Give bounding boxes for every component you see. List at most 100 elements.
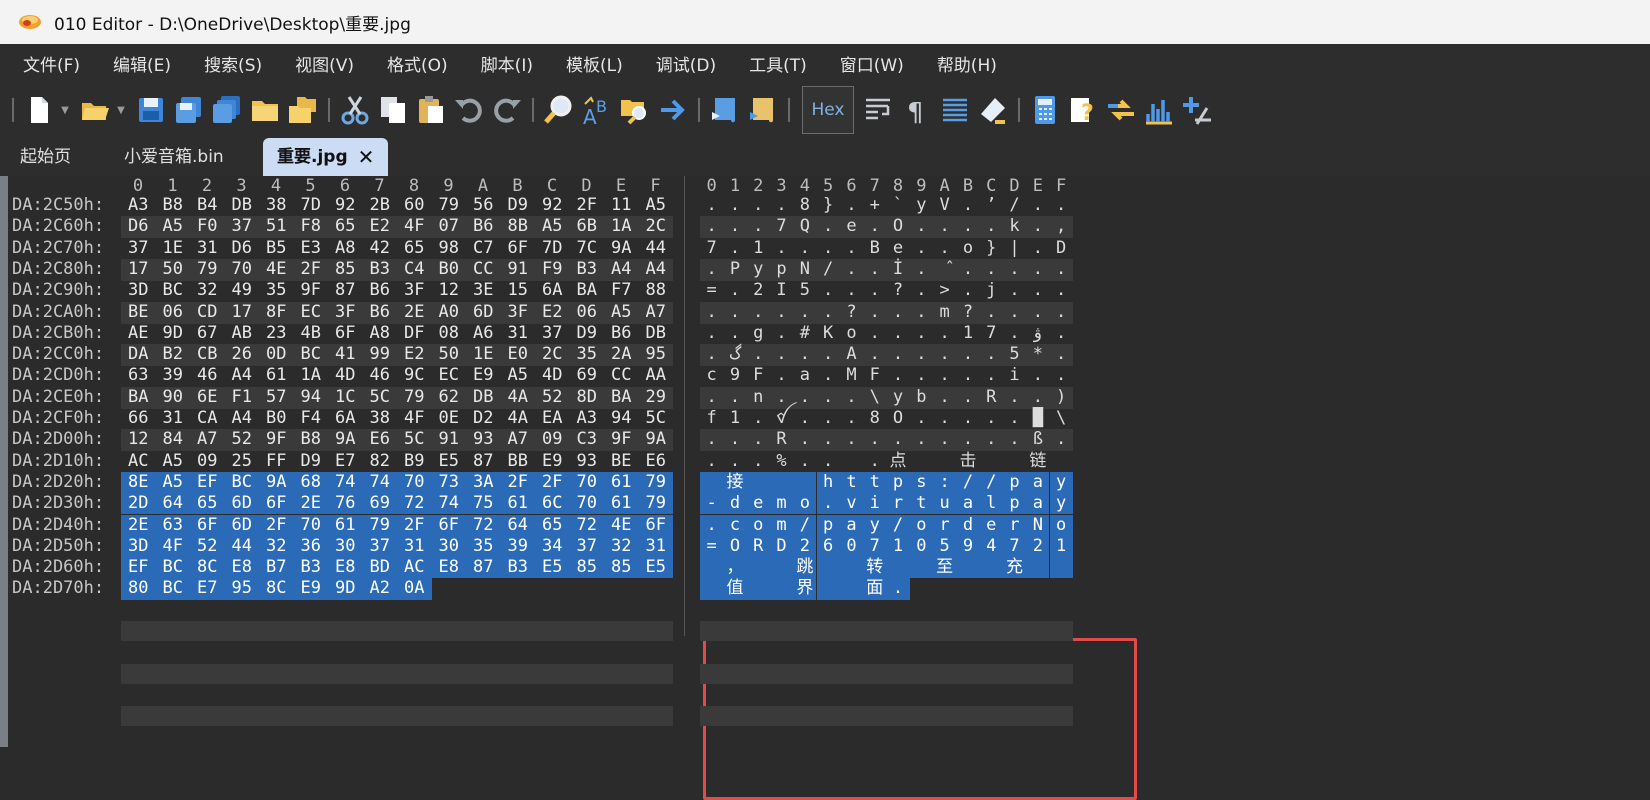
text-char[interactable]: + xyxy=(863,195,886,216)
hex-byte[interactable]: 6C xyxy=(535,493,570,515)
text-char[interactable]: . xyxy=(910,408,933,429)
hex-byte[interactable]: 87 xyxy=(466,557,501,579)
text-char[interactable]: . xyxy=(747,429,770,450)
text-char[interactable]: . xyxy=(817,302,840,323)
text-char[interactable]: . xyxy=(747,408,770,429)
text-char[interactable]: F xyxy=(747,365,770,386)
hex-byte[interactable]: EC xyxy=(432,365,467,386)
hex-byte[interactable]: 2D xyxy=(121,493,156,515)
text-char[interactable]: / xyxy=(1003,195,1026,216)
text-char[interactable]: . xyxy=(723,302,746,323)
text-char[interactable]: = xyxy=(700,280,723,301)
text-char[interactable]: j xyxy=(980,280,1003,301)
text-char[interactable]: . xyxy=(910,302,933,323)
hex-byte[interactable]: A7 xyxy=(190,429,225,450)
hex-byte[interactable]: 79 xyxy=(638,471,673,494)
text-char[interactable]: . xyxy=(863,259,886,280)
text-char[interactable]: . xyxy=(886,429,909,450)
text-char[interactable]: r xyxy=(1002,514,1027,536)
text-char[interactable]: / xyxy=(956,471,980,494)
text-char[interactable] xyxy=(746,471,770,494)
hex-byte[interactable]: 3D xyxy=(121,535,156,558)
text-char[interactable]: . xyxy=(863,429,886,450)
text-char[interactable]: . xyxy=(910,259,933,280)
text-char[interactable]: . xyxy=(770,195,793,216)
hex-byte[interactable]: 6D xyxy=(224,514,259,536)
paste-button[interactable] xyxy=(413,90,449,130)
hex-byte[interactable]: BE xyxy=(604,451,639,472)
text-char[interactable]: . xyxy=(1050,302,1073,323)
text-char[interactable]: # xyxy=(793,323,816,344)
text-char[interactable]: / xyxy=(979,471,1003,494)
text-char[interactable]: ` xyxy=(886,195,909,216)
text-char[interactable]: . xyxy=(840,408,863,429)
text-char[interactable]: . xyxy=(980,302,1003,323)
hex-byte[interactable]: 09 xyxy=(535,429,570,450)
replace-button[interactable]: AB xyxy=(579,90,615,130)
text-char[interactable] xyxy=(700,578,724,600)
hex-byte[interactable]: 32 xyxy=(604,535,639,558)
text-char[interactable]: . xyxy=(723,195,746,216)
text-char[interactable]: M xyxy=(840,365,863,386)
hex-byte[interactable]: E5 xyxy=(638,557,673,579)
hex-byte[interactable]: 63 xyxy=(121,365,156,386)
hex-byte[interactable]: 6F xyxy=(190,514,225,536)
hex-byte[interactable]: DB xyxy=(639,323,674,344)
menu-item-8[interactable]: 工具(T) xyxy=(749,51,807,76)
text-char[interactable]: . xyxy=(700,514,724,536)
hex-byte[interactable]: 6D xyxy=(224,493,259,515)
text-char[interactable]: . xyxy=(1003,429,1026,450)
text-char[interactable]: 1 xyxy=(723,408,746,429)
text-char[interactable]: . xyxy=(817,216,840,237)
hex-byte[interactable]: 44 xyxy=(224,535,259,558)
hex-byte[interactable]: 6B xyxy=(570,216,605,237)
text-char[interactable]: R xyxy=(980,387,1003,408)
hex-byte[interactable]: 1A xyxy=(604,216,639,237)
hex-byte[interactable]: 9D xyxy=(328,578,363,600)
text-char[interactable]: o xyxy=(909,514,933,536)
text-char[interactable]: 8 xyxy=(793,195,816,216)
text-char[interactable]: g xyxy=(747,323,770,344)
new-file-button[interactable] xyxy=(21,90,57,130)
text-char[interactable] xyxy=(793,471,817,494)
hex-byte[interactable]: B8 xyxy=(294,429,329,450)
text-char[interactable]: V xyxy=(933,195,956,216)
hex-byte[interactable]: E6 xyxy=(363,429,398,450)
hex-byte[interactable]: A4 xyxy=(225,365,260,386)
hex-byte[interactable]: 84 xyxy=(156,429,191,450)
hex-byte[interactable]: B3 xyxy=(363,259,398,280)
hex-byte[interactable]: 6F xyxy=(638,514,673,536)
text-char[interactable]: a xyxy=(1026,493,1050,515)
hex-byte[interactable]: 2E xyxy=(397,302,432,323)
text-char[interactable] xyxy=(816,557,840,579)
hex-byte[interactable]: 64 xyxy=(155,493,190,515)
text-char[interactable]: 接 xyxy=(723,471,747,494)
text-char[interactable]: . xyxy=(1050,323,1073,344)
text-char[interactable]: . xyxy=(817,408,840,429)
hex-byte[interactable]: 6D xyxy=(466,302,501,323)
text-char[interactable]: . xyxy=(933,429,956,450)
hex-byte[interactable]: 61 xyxy=(259,365,294,386)
hex-byte[interactable]: 79 xyxy=(362,514,397,536)
text-char[interactable]: . xyxy=(1026,280,1049,301)
hex-byte[interactable]: 2C xyxy=(639,216,674,237)
hex-byte[interactable]: B6 xyxy=(466,216,501,237)
text-char[interactable]: t xyxy=(839,471,864,494)
hex-byte[interactable]: BB xyxy=(501,451,536,472)
hex-byte[interactable]: 49 xyxy=(225,280,260,301)
text-char[interactable]: / xyxy=(817,259,840,280)
hex-byte[interactable]: 70 xyxy=(569,493,604,515)
text-char[interactable]: . xyxy=(793,344,816,365)
hex-byte[interactable]: 08 xyxy=(432,323,467,344)
text-char[interactable]: 2 xyxy=(793,535,817,558)
text-char[interactable]: . xyxy=(793,387,816,408)
open-workspace-button[interactable] xyxy=(247,90,283,130)
hex-byte[interactable]: 37 xyxy=(362,535,397,558)
hex-byte[interactable]: 30 xyxy=(328,535,363,558)
text-char[interactable] xyxy=(933,451,956,472)
hex-byte[interactable]: 79 xyxy=(190,259,225,280)
hex-byte[interactable]: 4E xyxy=(259,259,294,280)
hex-byte[interactable]: CC xyxy=(604,365,639,386)
hex-byte[interactable]: 95 xyxy=(639,344,674,365)
hex-byte[interactable]: A8 xyxy=(363,323,398,344)
